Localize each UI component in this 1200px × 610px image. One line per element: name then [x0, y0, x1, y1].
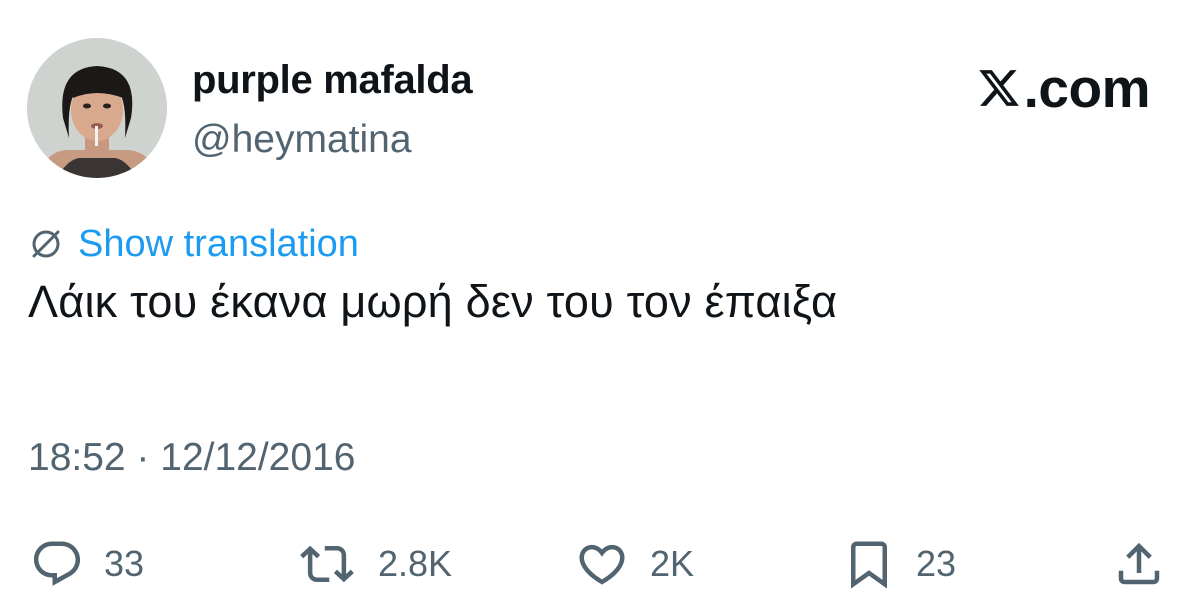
like-button[interactable]: 2K — [574, 534, 694, 594]
profile-photo — [27, 38, 167, 178]
display-name[interactable]: purple mafalda — [192, 56, 473, 104]
show-translation-label: Show translation — [78, 222, 359, 265]
repost-count: 2.8K — [378, 543, 453, 584]
x-logo-icon — [978, 70, 1019, 106]
bookmark-icon — [851, 541, 887, 589]
globe-slash-icon — [32, 230, 60, 258]
like-count: 2K — [650, 543, 695, 584]
reply-button[interactable]: 33 — [30, 534, 144, 594]
bookmark-button[interactable]: 23 — [842, 534, 956, 594]
reply-icon — [33, 541, 81, 586]
brand-label: .com — [1023, 57, 1151, 119]
user-handle[interactable]: @heymatina — [192, 116, 412, 164]
bookmark-count: 23 — [916, 543, 957, 584]
repost-icon — [300, 545, 354, 583]
tweet-timestamp[interactable]: 18:52 · 12/12/2016 — [28, 433, 355, 483]
show-translation-link[interactable]: Show translation — [28, 220, 359, 268]
avatar[interactable] — [27, 38, 167, 178]
repost-button[interactable]: 2.8K — [296, 534, 452, 594]
action-bar: 33 2.8K 2K 23 — [0, 534, 1200, 594]
reply-count: 33 — [104, 543, 145, 584]
heart-icon — [579, 544, 625, 585]
tweet-text: Λάικ του έκανα μωρή δεν του τον έπαιξα — [28, 276, 838, 327]
share-icon — [1118, 542, 1160, 585]
share-button[interactable] — [1112, 534, 1166, 594]
brand-watermark: .com — [976, 57, 1151, 119]
